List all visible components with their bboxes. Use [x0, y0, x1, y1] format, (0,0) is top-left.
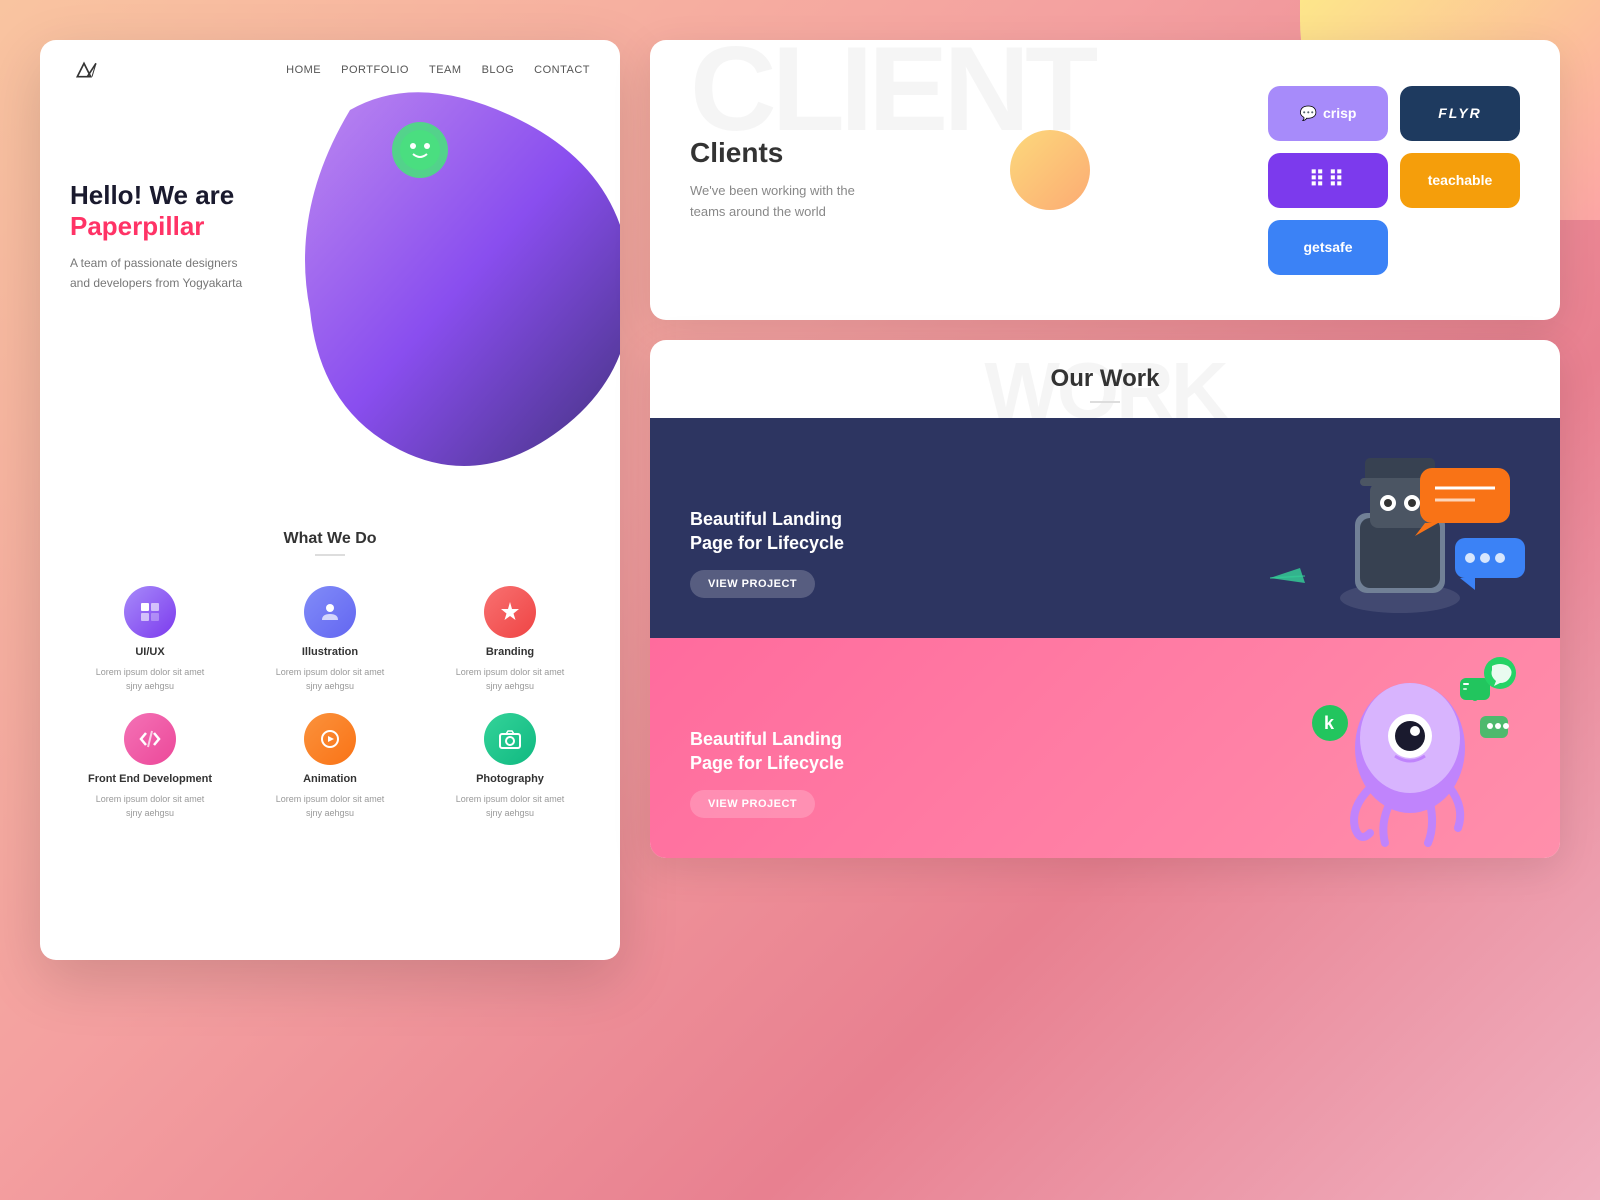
service-uiux: UI/UX Lorem ipsum dolor sit ametsjny aeh…: [70, 586, 230, 693]
main-container: HOME PORTFOLIO TEAM BLOG CONTACT: [0, 0, 1600, 1200]
service-branding-name: Branding: [486, 646, 534, 658]
service-animation-desc: Lorem ipsum dolor sit ametsjny aehgsu: [276, 793, 385, 820]
client-logos-grid: 💬 crisp FLYR ⠿⠿ teachable getsafe: [1268, 86, 1520, 275]
services-grid: UI/UX Lorem ipsum dolor sit ametsjny aeh…: [60, 586, 600, 820]
service-illustration-icon: [304, 586, 356, 638]
service-frontend: Front End Development Lorem ipsum dolor …: [70, 713, 230, 820]
hero-text: Hello! We are Paperpillar A team of pass…: [70, 120, 590, 293]
logo: [70, 60, 98, 80]
service-branding-desc: Lorem ipsum dolor sit ametsjny aehgsu: [456, 666, 565, 693]
service-illustration-desc: Lorem ipsum dolor sit ametsjny aehgsu: [276, 666, 385, 693]
svg-text:k: k: [1324, 713, 1335, 733]
view-project-dark-button[interactable]: VIEW PROJECT: [690, 570, 815, 598]
crisp-label: crisp: [1323, 105, 1356, 121]
hero-description: A team of passionate designersand develo…: [70, 254, 250, 292]
service-branding: Branding Lorem ipsum dolor sit ametsjny …: [430, 586, 590, 693]
service-animation-name: Animation: [303, 773, 357, 785]
getsafe-label: getsafe: [1303, 239, 1352, 255]
client-getsafe: getsafe: [1268, 220, 1388, 275]
client-teachable: teachable: [1400, 153, 1520, 208]
nav-links: HOME PORTFOLIO TEAM BLOG CONTACT: [286, 64, 590, 76]
right-side: CLIENT Clients We've been working with t…: [650, 40, 1560, 858]
service-animation: Animation Lorem ipsum dolor sit ametsjny…: [250, 713, 410, 820]
clients-section: CLIENT Clients We've been working with t…: [650, 40, 1560, 320]
services-divider: [315, 554, 345, 556]
service-photography-desc: Lorem ipsum dolor sit ametsjny aehgsu: [456, 793, 565, 820]
ourwork-title: Our Work: [690, 365, 1520, 393]
project-card-lifecycle-pink: k Beautiful LandingPage for Lifecycle VI…: [650, 638, 1560, 858]
project-lifecycle-pink-info: Beautiful LandingPage for Lifecycle VIEW…: [690, 728, 844, 818]
project-card-lifecycle-dark: Beautiful LandingPage for Lifecycle VIEW…: [650, 418, 1560, 638]
service-animation-icon: [304, 713, 356, 765]
nav-blog[interactable]: BLOG: [482, 64, 515, 76]
project-lifecycle-dark-name: Beautiful LandingPage for Lifecycle: [690, 508, 844, 555]
ourwork-divider: [1090, 401, 1120, 403]
flyr-label: FLYR: [1438, 105, 1482, 121]
service-uiux-name: UI/UX: [135, 646, 164, 658]
service-branding-icon: [484, 586, 536, 638]
hero-section: Hello! We are Paperpillar A team of pass…: [40, 100, 620, 500]
service-photography-icon: [484, 713, 536, 765]
ourwork-section: WORK Our Work: [650, 340, 1560, 858]
service-illustration-name: Illustration: [302, 646, 358, 658]
view-project-pink-button[interactable]: VIEW PROJECT: [690, 790, 815, 818]
crisp-icon: 💬: [1300, 105, 1317, 122]
hero-title-plain: Hello! We are: [70, 180, 590, 211]
hero-title-colored: Paperpillar: [70, 211, 590, 242]
services-section: What We Do UI/UX Lorem ipsum dolor sit a…: [40, 500, 620, 850]
service-uiux-desc: Lorem ipsum dolor sit ametsjny aehgsu: [96, 666, 205, 693]
service-frontend-name: Front End Development: [88, 773, 212, 785]
service-illustration: Illustration Lorem ipsum dolor sit amets…: [250, 586, 410, 693]
service-photography-name: Photography: [476, 773, 544, 785]
decorative-circle: [1010, 130, 1090, 210]
project-lifecycle-pink-name: Beautiful LandingPage for Lifecycle: [690, 728, 844, 775]
client-flyr: FLYR: [1400, 86, 1520, 141]
service-frontend-icon: [124, 713, 176, 765]
clients-text-block: Clients We've been working with theteams…: [690, 137, 855, 223]
client-crisp: 💬 crisp: [1268, 86, 1388, 141]
service-uiux-icon: [124, 586, 176, 638]
nav-contact[interactable]: CONTACT: [534, 64, 590, 76]
ourwork-header: WORK Our Work: [650, 340, 1560, 418]
clients-description: We've been working with theteams around …: [690, 181, 855, 223]
teachable-label: teachable: [1428, 172, 1493, 188]
mindbody-dots-icon: ⠿⠿: [1309, 167, 1347, 193]
client-mindbody: ⠿⠿: [1268, 153, 1388, 208]
nav-team[interactable]: TEAM: [429, 64, 462, 76]
project-lifecycle-dark-info: Beautiful LandingPage for Lifecycle VIEW…: [690, 508, 844, 598]
left-website-card: HOME PORTFOLIO TEAM BLOG CONTACT: [40, 40, 620, 960]
nav-portfolio[interactable]: PORTFOLIO: [341, 64, 409, 76]
nav-home[interactable]: HOME: [286, 64, 321, 76]
clients-title: Clients: [690, 137, 855, 169]
project-cards: Beautiful LandingPage for Lifecycle VIEW…: [650, 418, 1560, 858]
service-frontend-desc: Lorem ipsum dolor sit ametsjny aehgsu: [96, 793, 205, 820]
services-title: What We Do: [60, 530, 600, 548]
service-photography: Photography Lorem ipsum dolor sit ametsj…: [430, 713, 590, 820]
